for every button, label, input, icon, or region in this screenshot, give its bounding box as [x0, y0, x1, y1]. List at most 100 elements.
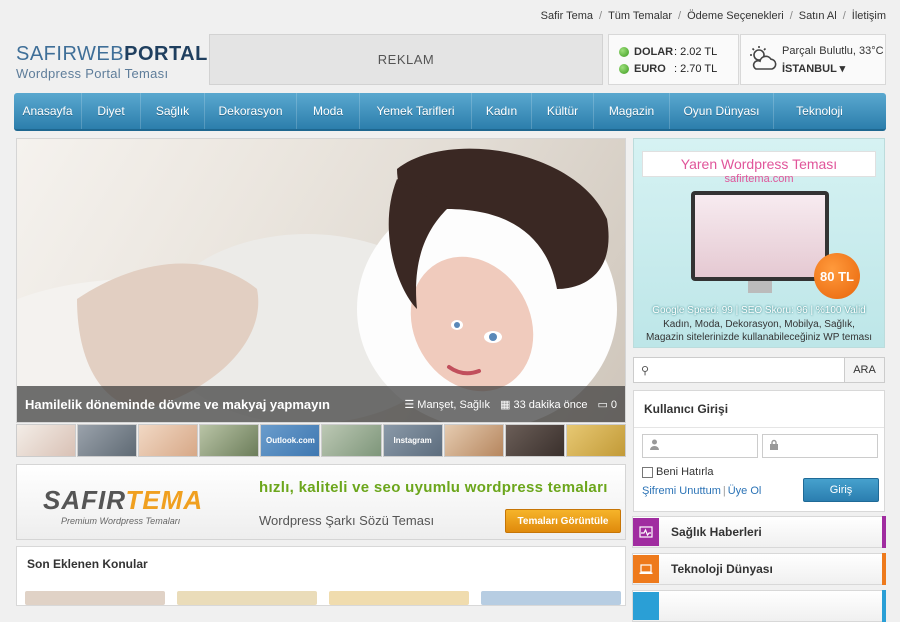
calendar-icon: ▦ [500, 398, 511, 411]
comment-icon: ▭ [597, 398, 608, 411]
banner-logo-a: SAFIR [43, 485, 126, 515]
nav-anasayfa[interactable]: Anasayfa [14, 93, 82, 129]
nav-yemek-tarifleri[interactable]: Yemek Tarifleri [360, 93, 472, 129]
nav-dekorasyon[interactable]: Dekorasyon [205, 93, 297, 129]
price-badge: 80 TL [814, 253, 860, 299]
category-saglik-haberleri[interactable]: Sağlık Haberleri [632, 516, 886, 548]
laptop-icon [633, 555, 659, 583]
latest-card[interactable] [481, 591, 621, 605]
banner-subtitle: Wordpress Şarkı Sözü Teması [259, 513, 435, 528]
weather-desc: Parçalı Bulutlu, 33°C [782, 45, 884, 57]
thumbnail[interactable] [138, 424, 199, 457]
currency-widget: DOLAR : 2.02 TL EURO : 2.70 TL [608, 34, 739, 85]
ad-label: REKLAM [377, 52, 435, 67]
category-accent [882, 516, 886, 548]
slider-time-text: 33 dakika önce [513, 398, 588, 411]
currency-name: EURO [634, 62, 666, 75]
search-button[interactable]: ARA [844, 358, 884, 382]
featured-slider[interactable]: Hamilelik döneminde dövme ve makyaj yapm… [16, 138, 626, 423]
currency-row-dolar: DOLAR : 2.02 TL [619, 43, 738, 60]
login-button[interactable]: Giriş [803, 478, 879, 502]
nav-moda[interactable]: Moda [297, 93, 360, 129]
thumbnail-label: Instagram [393, 436, 432, 445]
view-themes-button[interactable]: Temaları Görüntüle [505, 509, 621, 533]
sun-cloud-icon [747, 45, 779, 76]
site-logo[interactable]: SAFIRWEBPORTAL Wordpress Portal Teması [16, 44, 208, 81]
logo-part-portal: PORTAL [124, 43, 208, 65]
username-input[interactable] [664, 440, 748, 452]
monitor-image [691, 191, 829, 281]
slider-caption[interactable]: Hamilelik döneminde dövme ve makyaj yapm… [17, 386, 625, 422]
featured-image [17, 139, 625, 422]
separator: / [842, 10, 846, 22]
password-field[interactable] [762, 434, 878, 458]
currency-value: : 2.02 TL [674, 45, 718, 58]
username-field[interactable] [642, 434, 758, 458]
category-accent [882, 553, 886, 585]
toplink-safir-tema[interactable]: Safir Tema [541, 10, 593, 22]
thumbnail[interactable]: Instagram [382, 424, 443, 457]
remember-checkbox[interactable] [642, 466, 653, 478]
banner-logo: SAFIRTEMA Premium Wordpress Temaları [43, 485, 203, 526]
nav-teknoloji[interactable]: Teknoloji [774, 93, 865, 129]
toplink-satin-al[interactable]: Satın Al [799, 10, 837, 22]
nav-oyun-dunyasi[interactable]: Oyun Dünyası [670, 93, 774, 129]
thumbnail[interactable] [321, 424, 382, 457]
banner-slogan: hızlı, kaliteli ve seo uyumlu wordpress … [259, 479, 608, 496]
slider-comments[interactable]: ▭ 0 [597, 398, 617, 411]
search-input[interactable] [656, 358, 844, 382]
forgot-password-link[interactable]: Şifremi Unuttum [642, 485, 721, 497]
toplink-iletisim[interactable]: İletişim [852, 10, 886, 22]
currency-row-euro: EURO : 2.70 TL [619, 60, 738, 77]
slider-time: ▦ 33 dakika önce [500, 398, 587, 411]
login-title: Kullanıcı Girişi [644, 402, 729, 416]
currency-icon [619, 46, 629, 57]
thumbnail[interactable] [199, 424, 260, 457]
category-next[interactable] [632, 590, 886, 622]
register-link[interactable]: Üye Ol [728, 485, 762, 497]
user-icon [649, 439, 660, 453]
latest-topics: Son Eklenen Konular [16, 546, 626, 606]
ad-desc-line2: Magazin sitelerinizde kullanabileceğiniz… [645, 332, 873, 343]
banner-logo-sub: Premium Wordpress Temaları [61, 516, 181, 526]
separator: / [599, 10, 603, 22]
banner-logo-text: SAFIRTEMA [43, 485, 203, 516]
weather-city-select[interactable]: İSTANBUL ▾ [782, 62, 845, 75]
login-links: Şifremi Unuttum | Üye Ol [642, 485, 761, 497]
ad-spec: Google Speed: 99 | SEO Skoru: 96 | %100 … [652, 305, 866, 316]
separator: / [789, 10, 793, 22]
remember-label: Beni Hatırla [656, 466, 714, 478]
heartbeat-icon [633, 518, 659, 546]
toplink-tum-temalar[interactable]: Tüm Temalar [608, 10, 672, 22]
thumbnail[interactable]: Outlook.com [260, 424, 321, 457]
logo-part-web: WEB [77, 43, 125, 65]
nav-kultur[interactable]: Kültür [532, 93, 594, 129]
nav-saglik[interactable]: Sağlık [141, 93, 205, 129]
toplink-odeme[interactable]: Ödeme Seçenekleri [687, 10, 784, 22]
header-ad[interactable]: REKLAM [209, 34, 603, 85]
password-input[interactable] [783, 440, 867, 452]
thumbnail[interactable] [504, 424, 565, 457]
remember-me[interactable]: Beni Hatırla [642, 466, 713, 478]
nav-magazin[interactable]: Magazin [594, 93, 670, 129]
search-icon: ⚲ [640, 364, 650, 377]
category-teknoloji-dunyasi[interactable]: Teknoloji Dünyası [632, 553, 886, 585]
safirtema-banner[interactable]: SAFIRTEMA Premium Wordpress Temaları hız… [16, 464, 626, 540]
banner-logo-b: TEMA [125, 485, 204, 515]
top-links: Safir Tema / Tüm Temalar / Ödeme Seçenek… [541, 10, 886, 22]
thumbnail[interactable] [77, 424, 138, 457]
thumbnail[interactable] [565, 424, 626, 457]
logo-part-safir: SAFIR [16, 43, 78, 65]
slider-categories[interactable]: ☰ Manşet, Sağlık [404, 398, 490, 411]
latest-card[interactable] [329, 591, 469, 605]
nav-diyet[interactable]: Diyet [82, 93, 141, 129]
sidebar-theme-ad[interactable]: Yaren Wordpress Teması safirtema.com 80 … [633, 138, 885, 348]
latest-card[interactable] [177, 591, 317, 605]
thumbnail[interactable] [443, 424, 504, 457]
latest-card[interactable] [25, 591, 165, 605]
thumbnail[interactable] [16, 424, 77, 457]
nav-kadin[interactable]: Kadın [472, 93, 532, 129]
ad-site: safirtema.com [724, 173, 794, 185]
list-icon: ☰ [404, 398, 415, 411]
slider-title[interactable]: Hamilelik döneminde dövme ve makyaj yapm… [25, 397, 404, 412]
